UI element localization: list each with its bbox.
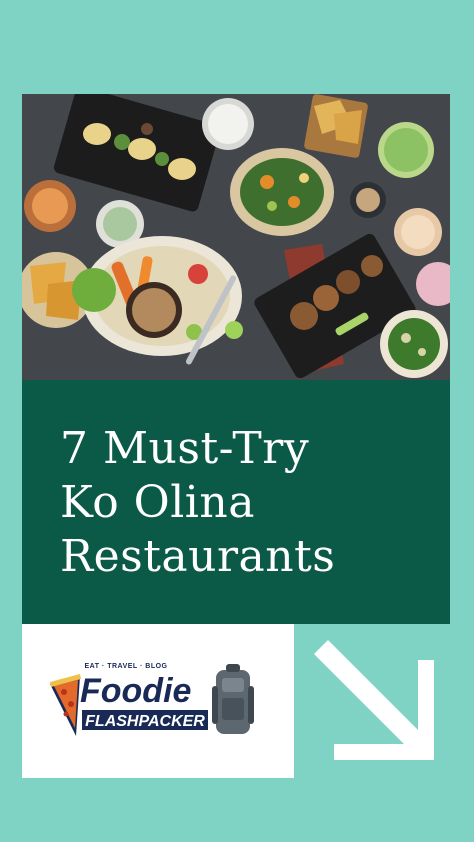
- title-line-2: Ko Olina: [60, 477, 255, 528]
- backpack-icon: [212, 664, 254, 734]
- logo-word-foodie: Foodie: [80, 672, 191, 710]
- title-line-3: Restaurants: [60, 531, 336, 582]
- logo-word-flashpacker: FLASHPACKER: [85, 713, 205, 730]
- logo-tagline: EAT · TRAVEL · BLOG: [85, 663, 168, 670]
- title-line-1: 7 Must-Try: [60, 423, 310, 474]
- pizza-icon: [50, 674, 81, 736]
- food-spread-photo: [22, 94, 450, 380]
- arrow-down-right-icon: [314, 640, 434, 760]
- brand-logo-panel: EAT · TRAVEL · BLOG Foodie FLASHPACKER: [22, 624, 294, 778]
- page-title: 7 Must-Try Ko Olina Restaurants: [60, 422, 335, 584]
- food-spread-illustration: [22, 94, 450, 380]
- title-banner: 7 Must-Try Ko Olina Restaurants: [22, 380, 450, 624]
- foodie-flashpacker-logo: EAT · TRAVEL · BLOG Foodie FLASHPACKER: [50, 663, 254, 736]
